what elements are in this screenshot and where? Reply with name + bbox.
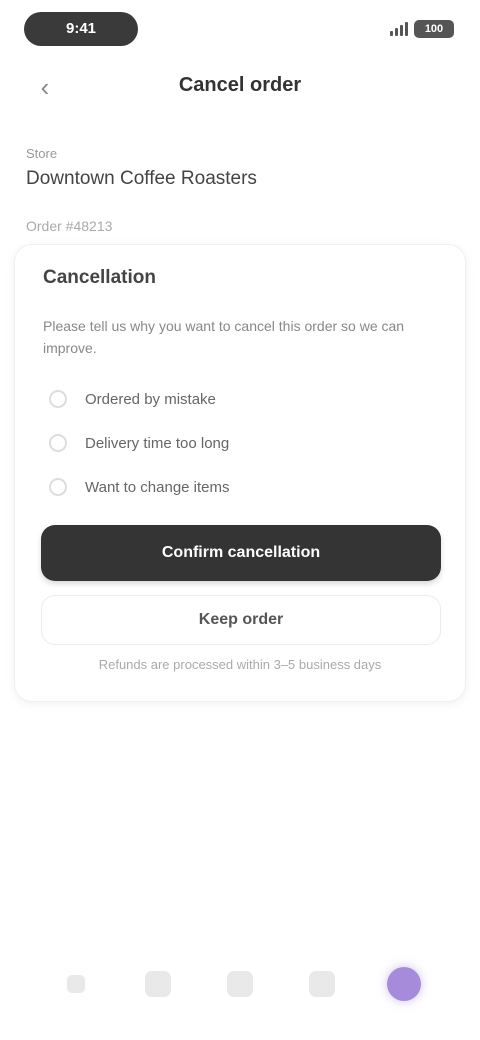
app-screen: 9:41 100 ‹ Cancel order Store Downtown C… [0,0,480,1040]
bottom-nav [0,920,480,1040]
card-title: Cancellation [43,267,156,288]
profile-icon [387,967,421,1001]
store-label: Store [26,146,58,161]
keep-order-button[interactable]: Keep order [41,595,441,645]
reason-option[interactable]: Ordered by mistake [49,385,429,413]
radio-button[interactable] [49,390,67,408]
home-icon [67,975,85,993]
nav-orders[interactable] [210,956,270,1016]
orders-icon [227,971,253,997]
option-label: Ordered by mistake [85,390,216,408]
refund-footnote: Refunds are processed within 3–5 busines… [98,657,382,672]
radio-button[interactable] [49,478,67,496]
cancellation-card: Cancellation Please tell us why you want… [14,244,466,702]
option-label: Want to change items [85,478,230,496]
nav-home[interactable] [46,956,106,1016]
option-label: Delivery time too long [85,434,230,452]
battery-icon: 100 [414,20,454,38]
reason-option[interactable]: Delivery time too long [49,429,429,457]
page-title: Cancel order [178,74,302,96]
store-name: Downtown Coffee Roasters [26,168,257,189]
card-description: Please tell us why you want to cancel th… [43,318,405,356]
status-bar: 9:41 100 [0,0,480,60]
header: ‹ Cancel order [0,62,480,112]
status-time: 9:41 [24,12,138,46]
signal-icon [390,22,408,36]
radio-button[interactable] [49,434,67,452]
search-icon [145,971,171,997]
confirm-cancel-button[interactable]: Confirm cancellation [41,525,441,581]
order-meta: Order #48213 [26,218,113,234]
nav-search[interactable] [128,956,188,1016]
status-icons: 100 [390,18,454,40]
nav-profile[interactable] [374,956,434,1016]
nav-cart[interactable] [292,956,352,1016]
cart-icon [309,971,335,997]
reason-option[interactable]: Want to change items [49,473,429,501]
